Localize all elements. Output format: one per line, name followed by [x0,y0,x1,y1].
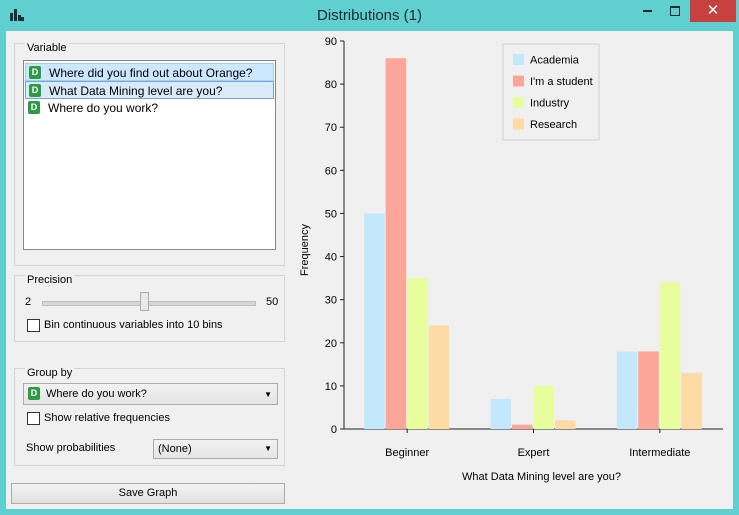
y-tick-label: 90 [325,36,337,48]
legend-swatch [513,118,524,130]
discrete-icon: D [29,84,41,97]
legend-label: Research [530,119,577,131]
save-graph-button[interactable]: Save Graph [11,483,285,504]
bar [490,398,511,429]
window: Distributions (1) ✕ Variable D Where did… [0,0,739,515]
close-icon: ✕ [706,2,720,19]
y-tick-label: 40 [325,252,337,264]
discrete-icon: D [28,101,40,114]
legend-swatch [513,75,524,87]
bar [555,420,576,429]
bar [638,351,659,429]
group-by-value: Where do you work? [46,388,147,400]
legend-swatch [513,54,524,65]
show-probabilities-combo[interactable]: (None) ▼ [153,439,278,459]
dropdown-arrow-icon: ▼ [264,444,272,453]
y-tick-label: 70 [325,122,337,134]
bar [364,213,385,429]
relative-frequencies-label: Show relative frequencies [44,412,170,424]
x-tick-label: Beginner [385,447,429,459]
slider-min-label: 2 [25,296,32,308]
discrete-icon: D [29,66,41,79]
variable-item[interactable]: D Where did you find out about Orange? [25,63,274,81]
y-tick-label: 80 [325,79,337,91]
maximize-button[interactable] [661,0,689,22]
y-tick-label: 20 [325,338,337,350]
bar [385,58,407,429]
legend-label: Industry [530,98,570,110]
y-tick-label: 50 [325,208,337,220]
bar [681,372,702,429]
variable-list[interactable]: D Where did you find out about Orange? D… [23,60,276,250]
maximize-icon [670,6,680,17]
precision-group: Precision 2 50 Bin continuous variables … [14,274,285,342]
bar [407,278,428,429]
precision-group-title: Precision [25,274,75,286]
x-tick-label: Intermediate [629,447,690,459]
variable-group-title: Variable [25,42,69,54]
minimize-icon [642,10,652,13]
y-tick-label: 0 [331,424,337,436]
variable-item[interactable]: D What Data Mining level are you? [25,81,274,99]
close-button[interactable]: ✕ [690,0,736,22]
bar [512,424,533,429]
client-area: Variable D Where did you find out about … [6,31,733,509]
y-tick-label: 30 [325,295,337,307]
variable-item-label: Where do you work? [48,101,159,115]
slider-max-label: 50 [266,296,279,308]
precision-slider-track[interactable] [42,301,256,306]
y-tick-label: 10 [325,381,337,393]
legend-swatch [513,97,524,108]
bin-checkbox-label: Bin continuous variables into 10 bins [44,319,223,331]
precision-slider-handle[interactable] [139,292,149,311]
group-by-group: Group by D Where do you work? ▼ Show rel… [14,367,285,466]
title-bar[interactable]: Distributions (1) ✕ [0,0,739,31]
bin-checkbox[interactable] [27,319,40,332]
legend-label: Academia [530,55,580,67]
discrete-icon: D [28,387,40,400]
legend-label: I'm a student [530,76,593,88]
variable-item-label: Where did you find out about Orange? [49,66,253,80]
bar [659,282,681,429]
variable-item[interactable]: D Where do you work? [25,99,274,117]
relative-frequencies-checkbox[interactable] [27,412,40,425]
probabilities-value: (None) [158,443,192,455]
show-probabilities-label: Show probabilities [26,442,116,454]
distribution-chart: 0 10 20 30 40 50 60 70 80 90 Beginner Expert Interme… [299,36,723,483]
x-tick-label: Expert [518,447,550,459]
bar [428,325,450,429]
dropdown-arrow-icon: ▼ [264,390,272,399]
minimize-button[interactable] [633,0,661,22]
variable-group: Variable D Where did you find out about … [14,42,285,266]
group-by-combo[interactable]: D Where do you work? ▼ [23,383,278,405]
group-by-title: Group by [25,367,75,379]
y-tick-label: 60 [325,165,337,177]
variable-item-label: What Data Mining level are you? [49,84,223,98]
y-axis-label: Frequency [299,224,311,276]
window-title: Distributions (1) [316,7,423,24]
x-axis-label: What Data Mining level are you? [462,471,621,483]
bar [616,351,638,429]
bar [533,385,554,429]
